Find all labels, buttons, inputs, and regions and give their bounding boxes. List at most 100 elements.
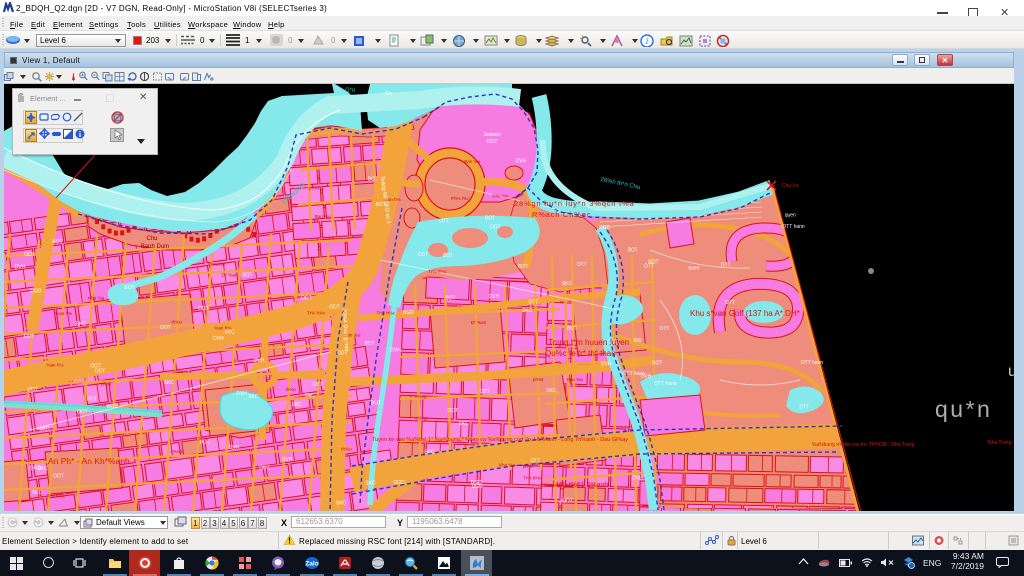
svg-text:SKC: SKC <box>248 394 259 400</box>
svg-text:BOT: BOT <box>87 396 97 402</box>
svg-text:das: das <box>634 338 643 344</box>
svg-text:th%o: th%o <box>285 387 296 392</box>
svg-text:DVH: DVH <box>282 457 293 463</box>
svg-text:ODT: ODT <box>329 304 340 310</box>
svg-text:SKC: SKC <box>459 421 470 427</box>
svg-text:Ch%a: Ch%a <box>196 436 209 441</box>
svg-text:Tr% h%c: Tr% h%c <box>307 310 326 315</box>
svg-text:SKC: SKC <box>291 402 302 408</box>
svg-text:Tr% h%c: Tr% h%c <box>47 494 66 499</box>
svg-text:BOT: BOT <box>368 176 378 182</box>
svg-text:c%ng: c%ng <box>171 449 183 454</box>
svg-text:%an h%: %an h% <box>214 326 231 331</box>
svg-text:OTT: OTT <box>313 382 323 388</box>
svg-text:Zalo: Zalo <box>305 561 318 568</box>
svg-text:c%ng: c%ng <box>415 394 427 399</box>
svg-text:OTT hann: OTT hann <box>801 360 824 366</box>
svg-text:!: ! <box>288 537 291 546</box>
svg-text:SKC: SKC <box>365 480 376 486</box>
svg-text:DGD: DGD <box>472 484 484 490</box>
svg-text:Justoon: Justoon <box>483 132 501 138</box>
svg-text:OOT: OOT <box>301 296 312 302</box>
svg-text:Khu %a: Khu %a <box>499 462 516 467</box>
svg-text:DVH: DVH <box>489 294 500 300</box>
svg-text:D* %an: D* %an <box>471 320 487 325</box>
svg-text:Khu s*van Golf (137 ha A* DH*: Khu s*van Golf (137 ha A* DH* <box>690 309 800 318</box>
svg-text:ph%t: ph%t <box>309 185 320 190</box>
svg-text:SKC: SKC <box>336 501 347 507</box>
svg-text:R%ach Ch%ec: R%ach Ch%ec <box>532 210 591 219</box>
svg-text:Ph% l%i: Ph% l%i <box>451 196 468 201</box>
svg-text:Ban %u: Ban %u <box>464 159 481 164</box>
svg-text:qu*n: qu*n <box>935 396 992 422</box>
svg-text:Khu %a: Khu %a <box>567 377 584 382</box>
svg-text:SKC: SKC <box>562 281 573 287</box>
svg-text:Banh Dum: Banh Dum <box>141 244 169 250</box>
svg-text:G*n: G*n <box>345 88 355 94</box>
svg-text:BOT: BOT <box>242 273 252 279</box>
svg-text:BOT: BOT <box>107 404 117 410</box>
svg-text:OTT: OTT <box>439 218 449 224</box>
svg-text:Trung t*m huuen :uyen: Trung t*m huuen :uyen <box>548 338 629 347</box>
svg-text:ODT: ODT <box>562 499 573 505</box>
svg-text:BOT: BOT <box>652 361 662 367</box>
svg-text:OTT: OTT <box>644 264 654 270</box>
svg-text:ODT: ODT <box>259 466 270 472</box>
svg-text:OTT: OTT <box>528 299 538 305</box>
svg-text:BOT: BOT <box>52 239 62 245</box>
svg-text:Ga: Ga <box>385 91 392 97</box>
svg-text:DGD: DGD <box>30 288 41 294</box>
svg-text:SKC: SKC <box>76 321 87 327</box>
svg-text:ODT: ODT <box>198 306 209 312</box>
svg-text:OTT: OTT <box>577 262 587 268</box>
svg-text:Chu Lo: Chu Lo <box>782 183 798 189</box>
svg-text:ODT: ODT <box>24 334 35 340</box>
svg-text:Ph% l%i: Ph% l%i <box>208 262 225 267</box>
svg-text:OTT: OTT <box>480 389 490 395</box>
svg-text:DVH: DVH <box>516 159 527 165</box>
svg-text:Tr% h%c: Tr% h%c <box>523 476 542 481</box>
svg-text:DVH: DVH <box>390 348 401 354</box>
svg-text:SKC: SKC <box>304 393 315 399</box>
svg-text:th%o: th%o <box>341 447 352 452</box>
svg-text:%a%bung x%dat cao toc TPHCM -: %a%bung x%dat cao toc TPHCM - Nha Trang <box>812 442 915 448</box>
svg-text:BOT: BOT <box>628 247 638 253</box>
svg-text:ODT: ODT <box>95 369 106 375</box>
svg-text:SKC: SKC <box>37 466 48 472</box>
svg-text:BOT: BOT <box>518 264 528 270</box>
svg-text:460 t%61 2%anh: 460 t%61 2%anh <box>555 482 608 489</box>
svg-text:OTT hann: OTT hann <box>654 381 677 387</box>
svg-text:DVH: DVH <box>236 391 247 397</box>
svg-text:BOT: BOT <box>443 253 453 259</box>
svg-text:OOT: OOT <box>53 474 64 480</box>
svg-text:BOT: BOT <box>485 216 495 222</box>
svg-text:OTT: OTT <box>659 326 669 332</box>
svg-text:ODT: ODT <box>418 252 429 258</box>
svg-text:BOT: BOT <box>124 285 134 291</box>
svg-text:SKC: SKC <box>546 388 557 394</box>
svg-text:c%ng: c%ng <box>415 416 427 421</box>
svg-text:ph%t: ph%t <box>533 377 544 382</box>
svg-text:OTT: OTT <box>799 404 809 410</box>
svg-text:Khu %a: Khu %a <box>88 296 105 301</box>
svg-text:Nha Trang: Nha Trang <box>988 440 1012 446</box>
svg-text:SKC: SKC <box>163 380 174 386</box>
svg-text:quen: quen <box>785 213 796 219</box>
svg-text:OTT: OTT <box>725 300 735 306</box>
svg-text:ph%t: ph%t <box>101 382 112 387</box>
svg-text:DVH: DVH <box>601 362 612 368</box>
svg-text:SKC: SKC <box>32 490 43 496</box>
svg-text:quen: quen <box>688 265 699 271</box>
svg-text:Tr% h%c: Tr% h%c <box>376 311 395 316</box>
svg-text:OOT: OOT <box>160 325 171 331</box>
svg-text:OTT: OTT <box>721 262 731 268</box>
svg-text:ODT: ODT <box>24 252 35 258</box>
svg-text:th%o: th%o <box>173 369 184 374</box>
svg-text:Khu %a: Khu %a <box>492 193 509 198</box>
svg-text:Ban %u: Ban %u <box>315 214 332 219</box>
svg-text:th%o: th%o <box>171 319 182 324</box>
svg-text:Qu%c te tr* th* thao: Qu%c te tr* th* thao <box>545 349 616 358</box>
svg-text:DGD: DGD <box>599 225 611 231</box>
svg-text:BOT: BOT <box>365 341 375 347</box>
svg-text:Chu: Chu <box>146 236 157 242</box>
